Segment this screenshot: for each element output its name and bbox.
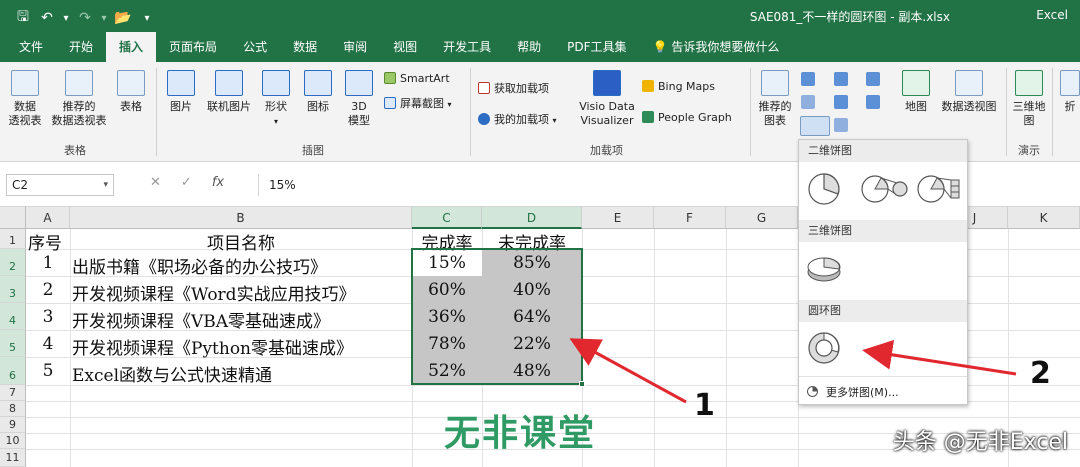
- annotation-arrow-2: [862, 339, 1017, 376]
- annotation-number-2: 2: [1030, 356, 1051, 391]
- annotation-number-1: 1: [694, 388, 715, 423]
- annotation-overlay: [569, 338, 1017, 404]
- annotation-arrow-1: [569, 338, 687, 404]
